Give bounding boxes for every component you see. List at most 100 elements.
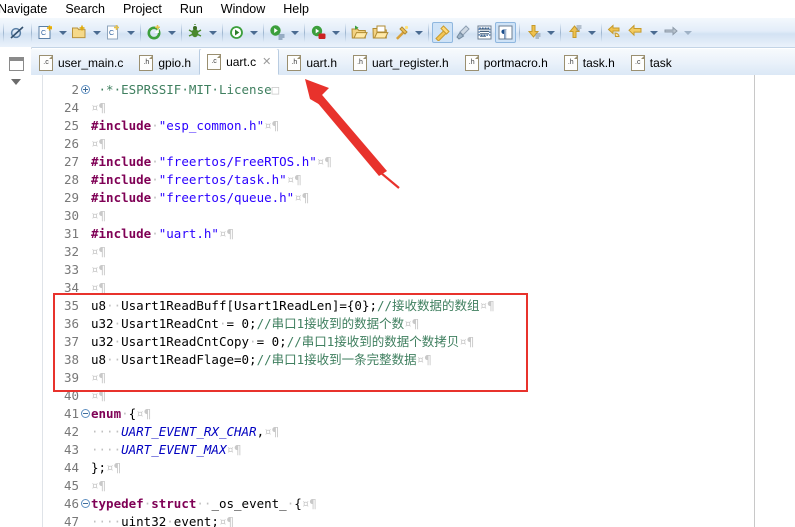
debug-icon[interactable] (185, 22, 206, 43)
code-line[interactable]: 36 u32·Usart1ReadCnt·= 0;//串口1接收到的数据个数¤¶ (53, 315, 795, 333)
editor-tab-task-h[interactable]: .h task.h (556, 50, 623, 75)
skip-breakpoints-icon[interactable] (7, 22, 28, 43)
next-annotation-icon[interactable] (564, 22, 585, 43)
fold-expand-icon[interactable] (81, 85, 90, 94)
code-line[interactable]: 33 ¤¶ (53, 261, 795, 279)
code-line-text: enum·{¤¶ (91, 406, 152, 421)
view-menu-chevron-icon[interactable] (11, 79, 21, 85)
editor-tab-uart-h[interactable]: .h uart.h (279, 50, 345, 75)
new-c-project-icon[interactable]: C (35, 22, 56, 43)
editor-tab-uart-register-h[interactable]: .h uart_register.h (345, 50, 457, 75)
refresh-icon[interactable] (144, 22, 165, 43)
open-type-icon[interactable] (349, 22, 370, 43)
code-line[interactable]: 47 ····uint32·event;¤¶ (53, 513, 795, 527)
editor-tab-label: user_main.c (58, 56, 124, 70)
previous-annotation-icon[interactable] (523, 22, 544, 43)
back-arrow-dropdown[interactable] (647, 22, 660, 43)
show-whitespace-icon[interactable]: ¶ (495, 22, 516, 43)
code-line[interactable]: 38 u8··Usart1ReadFlage=0;//串口1接收到一条完整数据¤¶ (53, 351, 795, 369)
menu-item-help[interactable]: Help (274, 1, 318, 18)
code-line[interactable]: 40 ¤¶ (53, 387, 795, 405)
new-c-project-dropdown[interactable] (56, 22, 69, 43)
folding-gutter[interactable] (31, 75, 43, 527)
code-line[interactable]: 34 ¤¶ (53, 279, 795, 297)
menu-item-search[interactable]: Search (56, 1, 114, 18)
restore-view-icon[interactable] (9, 57, 24, 71)
code-line[interactable]: 29 #include·"freertos/queue.h"¤¶ (53, 189, 795, 207)
forward-arrow-icon[interactable] (660, 22, 681, 43)
build-all-dropdown[interactable] (412, 22, 425, 43)
toggle-block-selection-icon[interactable] (474, 22, 495, 43)
code-line[interactable]: 31 #include·"uart.h"¤¶ (53, 225, 795, 243)
line-number: 2 (71, 82, 79, 97)
forward-arrow-dropdown[interactable] (681, 22, 694, 43)
code-line[interactable]: 32 ¤¶ (53, 243, 795, 261)
fold-collapse-icon[interactable] (81, 409, 90, 418)
debug-dropdown[interactable] (206, 22, 219, 43)
code-line-text: ¤¶ (91, 478, 107, 493)
fold-collapse-icon[interactable] (81, 499, 90, 508)
editor-tab-user-main-c[interactable]: .c user_main.c (31, 50, 131, 75)
code-line[interactable]: 44};¤¶ (53, 459, 795, 477)
menu-item-run[interactable]: Run (171, 1, 212, 18)
code-text-area[interactable]: 2 ·*·ESPRSSIF·MIT·License□ 24 ¤¶ 25 #include… (53, 75, 795, 527)
toolbar-separator (519, 23, 520, 42)
back-arrow-icon[interactable] (626, 22, 647, 43)
clean-icon[interactable] (453, 22, 474, 43)
open-resource-icon[interactable] (370, 22, 391, 43)
menu-item-window[interactable]: Window (212, 1, 274, 18)
code-line[interactable]: 37 u32·Usart1ReadCntCopy·= 0;//串口1接收到的数据个… (53, 333, 795, 351)
new-c-file-dropdown[interactable] (124, 22, 137, 43)
refresh-dropdown[interactable] (165, 22, 178, 43)
code-line[interactable]: 2 ·*·ESPRSSIF·MIT·License□ (53, 81, 795, 99)
code-line[interactable]: 24 ¤¶ (53, 99, 795, 117)
build-all-icon[interactable] (391, 22, 412, 43)
run-external-tools-icon[interactable] (267, 22, 288, 43)
toolbar-separator (31, 23, 32, 42)
h-file-icon: .h (353, 55, 367, 71)
run-icon[interactable] (226, 22, 247, 43)
menu-item-project[interactable]: Project (114, 1, 171, 18)
editor-tab-label: task.h (582, 56, 615, 70)
editor-tab-gpio-h[interactable]: .h gpio.h (131, 50, 199, 75)
next-annotation-dropdown[interactable] (585, 22, 598, 43)
run-last-tool-icon[interactable] (308, 22, 329, 43)
code-line[interactable]: 27 #include·"freertos/FreeRTOS.h"¤¶ (53, 153, 795, 171)
code-line[interactable]: 46 typedef·struct··_os_event_·{¤¶ (53, 495, 795, 513)
line-number: 28 (63, 172, 79, 187)
code-line[interactable]: 45 ¤¶ (53, 477, 795, 495)
line-number: 43 (63, 442, 79, 457)
code-line[interactable]: 41 enum·{¤¶ (53, 405, 795, 423)
code-line[interactable]: 43 ····UART_EVENT_MAX¤¶ (53, 441, 795, 459)
new-folder-dropdown[interactable] (90, 22, 103, 43)
line-number: 46 (63, 496, 79, 511)
toolbar-separator (345, 23, 346, 42)
code-line[interactable]: 28 #include·"freertos/task.h"¤¶ (53, 171, 795, 189)
editor-tab-uart-c[interactable]: .c uart.c ✕ (199, 49, 280, 75)
run-external-tools-dropdown[interactable] (288, 22, 301, 43)
new-c-file-icon[interactable]: C (103, 22, 124, 43)
close-icon[interactable]: ✕ (262, 56, 271, 67)
run-last-tool-dropdown[interactable] (329, 22, 342, 43)
code-line[interactable]: 42 ····UART_EVENT_RX_CHAR,¤¶ (53, 423, 795, 441)
h-file-icon: .h (563, 55, 578, 71)
editor-tab-label: portmacro.h (483, 56, 548, 70)
code-line[interactable]: 30 ¤¶ (53, 207, 795, 225)
h-file-icon: .h (287, 55, 302, 71)
code-line[interactable]: 25 #include·"esp_common.h"¤¶ (53, 117, 795, 135)
new-folder-icon[interactable] (69, 22, 90, 43)
build-active-icon[interactable] (432, 22, 453, 43)
editor-tab-task[interactable]: .c task (623, 50, 680, 75)
code-editor[interactable]: 2 ·*·ESPRSSIF·MIT·License□ 24 ¤¶ 25 #include… (31, 75, 795, 527)
run-dropdown[interactable] (247, 22, 260, 43)
line-number: 29 (63, 190, 79, 205)
code-line[interactable]: 26 ¤¶ (53, 135, 795, 153)
editor-tab-portmacro-h[interactable]: .h portmacro.h (457, 50, 556, 75)
toolbar-separator (222, 23, 223, 42)
code-line[interactable]: 35 u8··Usart1ReadBuff[Usart1ReadLen]={0};… (53, 297, 795, 315)
previous-annotation-dropdown[interactable] (544, 22, 557, 43)
code-line[interactable]: 39 ¤¶ (53, 369, 795, 387)
annotation-gutter[interactable] (43, 75, 53, 527)
back-history-icon[interactable] (605, 22, 626, 43)
menu-item-navigate[interactable]: Navigate (0, 1, 56, 18)
